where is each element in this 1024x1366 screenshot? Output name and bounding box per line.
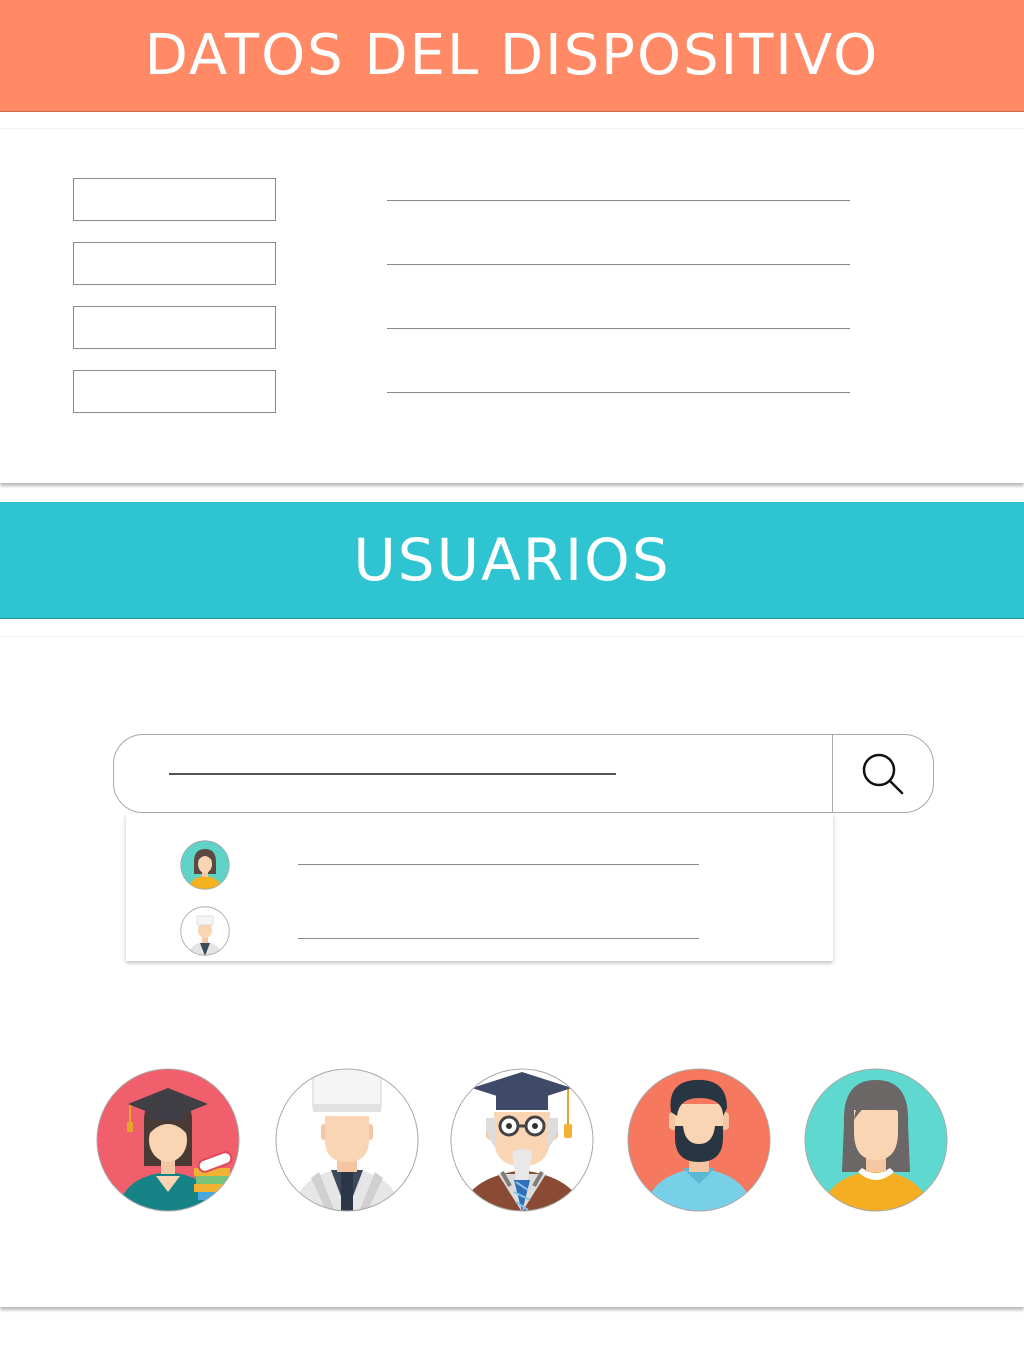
bearded-man-avatar-icon[interactable] bbox=[627, 1068, 771, 1212]
device-field-value-3 bbox=[387, 328, 850, 329]
user-search-box[interactable] bbox=[113, 734, 934, 813]
suggestion-item-1[interactable] bbox=[126, 832, 833, 898]
suggestion-item-2[interactable] bbox=[126, 898, 833, 964]
woman-avatar-icon[interactable] bbox=[804, 1068, 948, 1212]
graduate-woman-avatar-icon[interactable] bbox=[96, 1068, 240, 1212]
device-field-label-4 bbox=[73, 370, 276, 413]
device-field-label-1 bbox=[73, 178, 276, 221]
device-field-value-2 bbox=[387, 264, 850, 265]
users-section-title: USUARIOS bbox=[353, 526, 671, 594]
users-section-header: USUARIOS bbox=[0, 502, 1024, 619]
device-field-value-4 bbox=[387, 392, 850, 393]
device-section-header: DATOS DEL DISPOSITIVO bbox=[0, 0, 1024, 112]
chef-avatar-icon bbox=[180, 906, 230, 956]
device-field-label-3 bbox=[73, 306, 276, 349]
device-field-label-2 bbox=[73, 242, 276, 285]
suggestion-name-2 bbox=[298, 938, 699, 939]
search-suggestions-dropdown bbox=[126, 814, 833, 961]
search-input[interactable] bbox=[169, 773, 616, 775]
woman-avatar-icon bbox=[180, 840, 230, 890]
search-button[interactable] bbox=[833, 735, 933, 812]
chef-avatar-icon[interactable] bbox=[275, 1068, 419, 1212]
professor-avatar-icon[interactable] bbox=[450, 1068, 594, 1212]
suggestion-name-1 bbox=[298, 864, 699, 865]
device-field-value-1 bbox=[387, 200, 850, 201]
device-section-title: DATOS DEL DISPOSITIVO bbox=[144, 23, 880, 88]
search-icon bbox=[862, 753, 904, 794]
